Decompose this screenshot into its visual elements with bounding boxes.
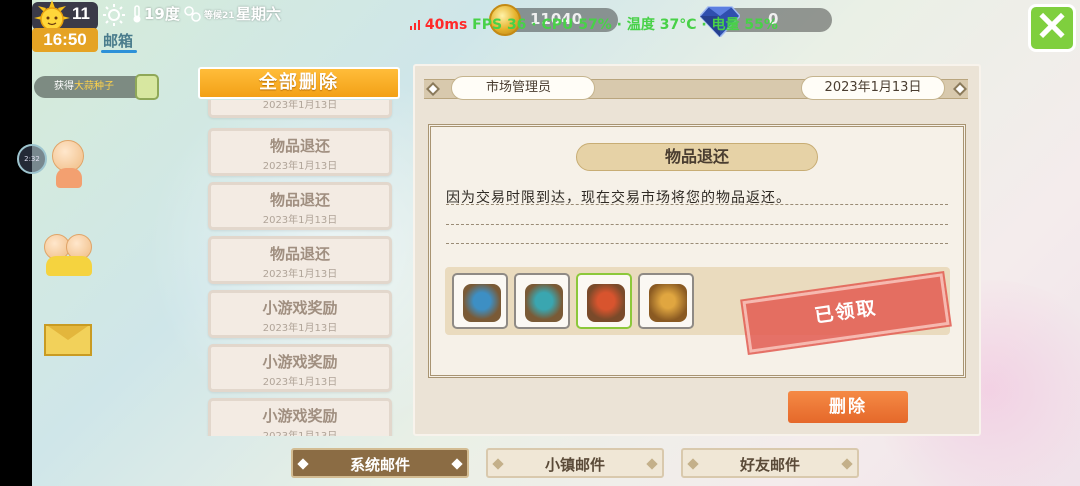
temperature-text: 19度 <box>144 5 180 23</box>
list-item[interactable]: 小游戏奖励 2023年1月13日 <box>208 344 392 392</box>
line-divider <box>446 224 948 225</box>
list-item[interactable]: 物品退还 2023年1月13日 <box>208 182 392 230</box>
list-item-title: 小游戏奖励 <box>262 299 338 317</box>
signal-icon <box>410 20 420 30</box>
mail-title: 物品退还 <box>576 143 818 171</box>
title-underline <box>101 50 137 53</box>
list-item-date: 2023年1月13日 <box>262 161 338 172</box>
list-item-date: 2023年1月13日 <box>262 269 338 280</box>
wind-icon <box>184 6 201 22</box>
tab-town-mail[interactable]: 小镇邮件 <box>486 448 664 478</box>
delete-button[interactable]: 删除 <box>788 391 908 423</box>
tab-label: 好友邮件 <box>739 456 800 474</box>
tab-ornament <box>297 458 309 470</box>
weekday-text: 星期六 <box>236 5 282 23</box>
tab-system-mail[interactable]: 系统邮件 <box>291 448 469 478</box>
mail-envelope-icon[interactable] <box>44 324 92 356</box>
seed-icon <box>135 74 159 100</box>
list-item-title: 小游戏奖励 <box>262 407 338 425</box>
attachment-slot-selected[interactable] <box>576 273 632 329</box>
mail-list[interactable]: 2023年1月13日 物品退还 2023年1月13日 物品退还 2023年1月1… <box>206 100 396 436</box>
tab-ornament <box>451 458 463 470</box>
tab-ornament <box>687 458 699 470</box>
list-item-date: 2023年1月13日 <box>262 100 338 111</box>
side-timer[interactable]: 2:32 <box>17 144 47 174</box>
tab-ornament <box>646 458 658 470</box>
close-button[interactable]: ✕ <box>1028 4 1076 52</box>
blue-ore-icon <box>463 284 501 322</box>
close-icon[interactable]: ✕ <box>1035 5 1069 49</box>
tab-friend-mail[interactable]: 好友邮件 <box>681 448 859 478</box>
red-ore-icon <box>587 284 625 322</box>
attachment-slot[interactable] <box>452 273 508 329</box>
list-item[interactable]: 物品退还 2023年1月13日 <box>208 236 392 284</box>
gold-ore-icon <box>649 284 687 322</box>
line-divider <box>446 204 948 205</box>
delete-all-button[interactable]: 全部删除 <box>198 67 400 99</box>
tab-ornament <box>492 458 504 470</box>
tab-ornament <box>841 458 853 470</box>
list-item[interactable]: 物品退还 2023年1月13日 <box>208 128 392 176</box>
weather-label: 等候21 <box>204 11 235 21</box>
list-item-date: 2023年1月13日 <box>262 215 338 226</box>
list-item[interactable]: 小游戏奖励 2023年1月13日 <box>208 398 392 436</box>
line-divider <box>446 243 948 244</box>
attachment-slot[interactable] <box>638 273 694 329</box>
seed-prefix: 获得 <box>54 81 74 92</box>
sender-name: 市场管理员 <box>451 76 595 100</box>
mail-date: 2023年1月13日 <box>801 76 945 100</box>
weather-sun-icon <box>103 4 125 26</box>
list-item-partial[interactable]: 2023年1月13日 <box>208 100 392 118</box>
tab-label: 小镇邮件 <box>544 456 605 474</box>
list-item[interactable]: 小游戏奖励 2023年1月13日 <box>208 290 392 338</box>
seed-name: 大蒜种子 <box>74 81 114 92</box>
list-item-date: 2023年1月13日 <box>211 427 389 436</box>
teal-ore-icon <box>525 284 563 322</box>
game-clock: 16:50 <box>32 28 98 52</box>
list-item-date: 2023年1月13日 <box>262 377 338 388</box>
thermometer-icon <box>133 5 141 23</box>
list-item-title: 物品退还 <box>269 191 330 209</box>
perf-ping: 40ms <box>424 17 468 33</box>
list-item-title: 物品退还 <box>269 137 330 155</box>
tab-label: 系统邮件 <box>349 456 410 474</box>
perf-stats: FPS 36 · CPU 57% · 温度 37°C · 电量 55% <box>472 17 778 33</box>
list-item-title: 物品退还 <box>269 245 330 263</box>
perf-overlay: 40ms FPS 36 · CPU 57% · 温度 37°C · 电量 55% <box>410 14 778 34</box>
list-item-title: 小游戏奖励 <box>262 353 338 371</box>
attachment-slot[interactable] <box>514 273 570 329</box>
friends-body <box>46 256 92 276</box>
list-item-date: 2023年1月13日 <box>262 323 338 334</box>
mailbox-title: 邮箱 <box>103 32 134 50</box>
avatar-body <box>56 168 82 188</box>
player-level: 11 <box>72 4 90 23</box>
